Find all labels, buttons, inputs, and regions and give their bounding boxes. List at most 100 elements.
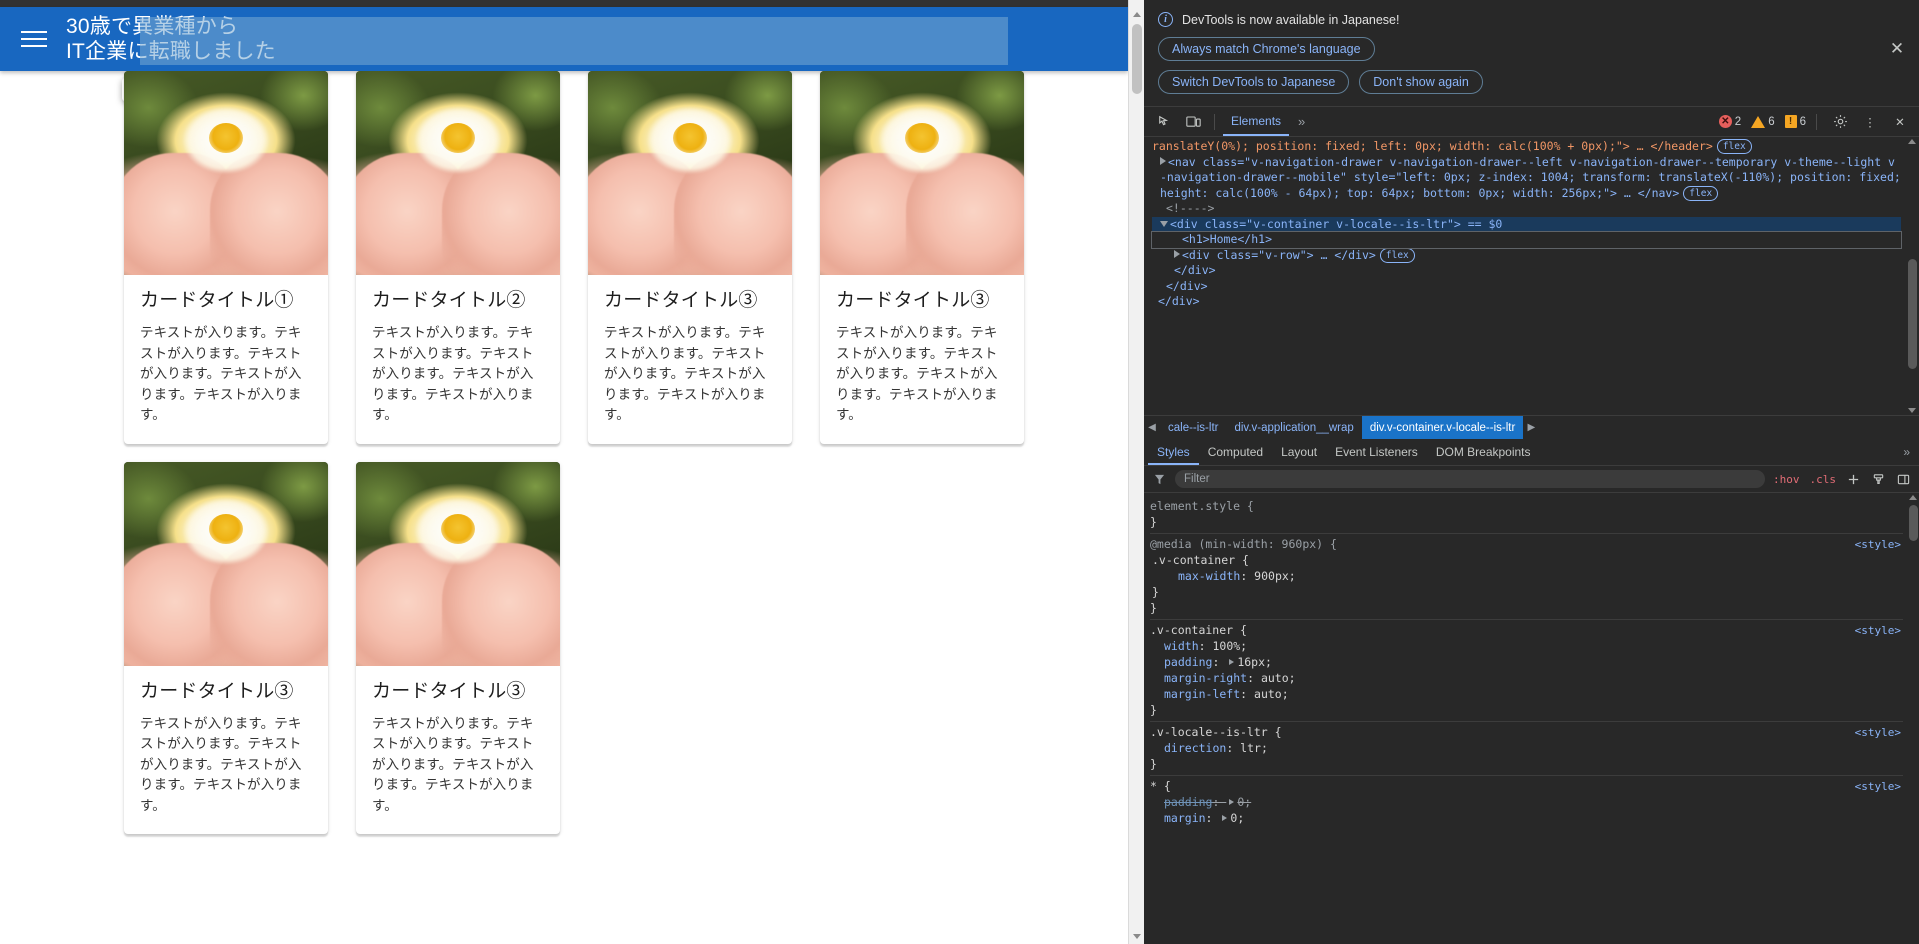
style-source[interactable]: <style> (1855, 779, 1901, 795)
chevron-double-right-icon[interactable]: » (1291, 114, 1312, 129)
style-declaration-overridden[interactable]: padding: 0; (1150, 794, 1903, 810)
style-property[interactable]: margin-left (1150, 687, 1240, 701)
expand-arrow-icon[interactable] (1174, 249, 1180, 258)
style-value[interactable]: 0; (1230, 811, 1244, 825)
expand-arrow-icon[interactable] (1229, 659, 1235, 665)
scroll-down-icon[interactable] (1129, 928, 1144, 944)
scroll-up-icon[interactable] (1129, 6, 1144, 22)
card-item[interactable]: カードタイトル③ テキストが入ります。テキストが入ります。テキストが入ります。テ… (124, 461, 328, 834)
style-declaration[interactable]: margin-right: auto; (1150, 670, 1903, 686)
expand-arrow-icon[interactable] (1222, 815, 1228, 821)
dom-line[interactable]: </div> (1152, 263, 1901, 279)
plus-icon[interactable] (1844, 470, 1863, 489)
style-source[interactable]: <style> (1855, 725, 1901, 741)
scrollbar-thumb[interactable] (1909, 505, 1918, 541)
card-item[interactable]: カードタイトル① テキストが入ります。テキストが入ります。テキストが入ります。テ… (124, 71, 328, 444)
card-item[interactable]: カードタイトル③ テキストが入ります。テキストが入ります。テキストが入ります。テ… (820, 71, 1024, 444)
style-source[interactable]: <style> (1855, 537, 1901, 553)
dom-line[interactable]: </div> (1152, 294, 1901, 310)
scrollbar-thumb[interactable] (1132, 24, 1142, 94)
scroll-down-icon[interactable] (1908, 408, 1916, 413)
styles-scrollbar[interactable] (1907, 495, 1918, 944)
style-declaration[interactable]: width: 100%; (1150, 638, 1903, 654)
warning-count[interactable]: 6 (1751, 115, 1775, 128)
brush-icon[interactable] (1869, 470, 1888, 489)
style-property[interactable]: padding (1150, 655, 1212, 669)
dom-line[interactable]: </div> (1152, 279, 1901, 295)
style-selector[interactable]: .v-locale--is-ltr { (1150, 724, 1903, 740)
style-property[interactable]: margin (1150, 811, 1206, 825)
card-item[interactable]: カードタイトル③ テキストが入ります。テキストが入ります。テキストが入ります。テ… (356, 461, 560, 834)
style-value[interactable]: auto; (1254, 687, 1289, 701)
dom-line[interactable]: <h1>Home</h1> (1151, 231, 1902, 249)
style-selector[interactable]: .v-container { (1150, 622, 1903, 638)
dom-line-selected[interactable]: <div class="v-container v-locale--is-ltr… (1152, 216, 1901, 232)
style-declaration[interactable]: direction: ltr; (1150, 740, 1903, 756)
page-scrollbar[interactable] (1128, 0, 1144, 944)
hamburger-menu-icon[interactable] (14, 19, 54, 59)
toggle-sidebar-icon[interactable] (1894, 470, 1913, 489)
tab-event-listeners[interactable]: Event Listeners (1326, 439, 1427, 465)
style-rule[interactable]: element.style { } (1150, 496, 1903, 533)
styles-rules-pane[interactable]: element.style { } <style> @media (min-wi… (1144, 493, 1919, 944)
style-value[interactable]: 900px; (1254, 569, 1296, 583)
style-selector[interactable]: .v-container { (1150, 552, 1903, 568)
scroll-up-icon[interactable] (1909, 495, 1917, 500)
chevron-double-right-icon[interactable]: » (1894, 445, 1919, 459)
card-item[interactable]: カードタイトル③ テキストが入ります。テキストが入ります。テキストが入ります。テ… (588, 71, 792, 444)
style-property[interactable]: max-width (1150, 569, 1240, 583)
banner-close-icon[interactable]: ✕ (1887, 40, 1907, 60)
collapse-arrow-icon[interactable] (1160, 220, 1168, 227)
cls-toggle[interactable]: .cls (1808, 473, 1839, 486)
dom-line[interactable]: <div class="v-row"> … </div> flex (1152, 247, 1901, 264)
breadcrumb-item-active[interactable]: div.v-container.v-locale--is-ltr (1361, 416, 1524, 439)
dont-show-again-button[interactable]: Don't show again (1359, 70, 1483, 94)
kebab-menu-icon[interactable]: ⋮ (1857, 110, 1883, 134)
device-toolbar-icon[interactable] (1180, 110, 1206, 134)
flex-badge[interactable]: flex (1683, 185, 1719, 201)
scrollbar-thumb[interactable] (1908, 259, 1917, 369)
style-rule[interactable]: <style> .v-locale--is-ltr { direction: l… (1150, 721, 1903, 775)
always-match-language-button[interactable]: Always match Chrome's language (1158, 37, 1375, 61)
style-declaration[interactable]: margin-left: auto; (1150, 686, 1903, 702)
expand-arrow-icon[interactable] (1160, 156, 1166, 165)
style-declaration[interactable]: margin: 0; (1150, 810, 1903, 826)
tab-layout[interactable]: Layout (1272, 439, 1326, 465)
card-item[interactable]: カードタイトル② テキストが入ります。テキストが入ります。テキストが入ります。テ… (356, 71, 560, 444)
scroll-up-icon[interactable] (1908, 139, 1916, 144)
dom-line[interactable]: <nav class="v-navigation-drawer v-naviga… (1152, 155, 1901, 202)
dom-tree-scrollbar[interactable] (1906, 139, 1917, 413)
style-property[interactable]: margin-right (1150, 671, 1247, 685)
tab-elements[interactable]: Elements (1223, 107, 1290, 136)
tab-dom-breakpoints[interactable]: DOM Breakpoints (1427, 439, 1540, 465)
breadcrumb-left-arrow-icon[interactable]: ◀ (1144, 422, 1160, 433)
style-declaration[interactable]: max-width: 900px; (1150, 568, 1903, 584)
dom-line[interactable]: ranslateY(0%); position: fixed; left: 0p… (1152, 139, 1901, 155)
style-property[interactable]: direction (1150, 741, 1226, 755)
inspect-element-icon[interactable] (1152, 110, 1178, 134)
hov-toggle[interactable]: :hov (1771, 473, 1802, 486)
tab-styles[interactable]: Styles (1148, 439, 1199, 465)
style-value[interactable]: ltr; (1240, 741, 1268, 755)
style-value[interactable]: 0; (1237, 795, 1251, 809)
breadcrumb-item[interactable]: cale--is-ltr (1160, 416, 1226, 439)
dom-tree[interactable]: ranslateY(0%); position: fixed; left: 0p… (1144, 137, 1919, 415)
devtools-close-icon[interactable]: ✕ (1887, 110, 1913, 134)
flex-badge[interactable]: flex (1716, 139, 1752, 154)
style-rule[interactable]: <style> @media (min-width: 960px) { .v-c… (1150, 533, 1903, 619)
switch-to-japanese-button[interactable]: Switch DevTools to Japanese (1158, 70, 1350, 94)
style-property[interactable]: width (1150, 639, 1199, 653)
breadcrumb-right-arrow-icon[interactable]: ▶ (1523, 422, 1539, 433)
breadcrumb-item[interactable]: div.v-application__wrap (1226, 416, 1361, 439)
flex-badge[interactable]: flex (1379, 247, 1415, 263)
style-rule[interactable]: <style> * { padding: 0; margin: 0; (1150, 775, 1903, 829)
expand-arrow-icon[interactable] (1229, 799, 1235, 805)
style-selector[interactable]: element.style { (1150, 499, 1254, 513)
style-source[interactable]: <style> (1855, 623, 1901, 639)
style-declaration[interactable]: padding: 16px; (1150, 654, 1903, 670)
error-count[interactable]: ✕ 2 (1718, 115, 1741, 128)
style-value[interactable]: 100%; (1212, 639, 1247, 653)
tab-computed[interactable]: Computed (1199, 439, 1272, 465)
gear-icon[interactable] (1827, 110, 1853, 134)
style-property[interactable]: padding (1150, 795, 1212, 809)
